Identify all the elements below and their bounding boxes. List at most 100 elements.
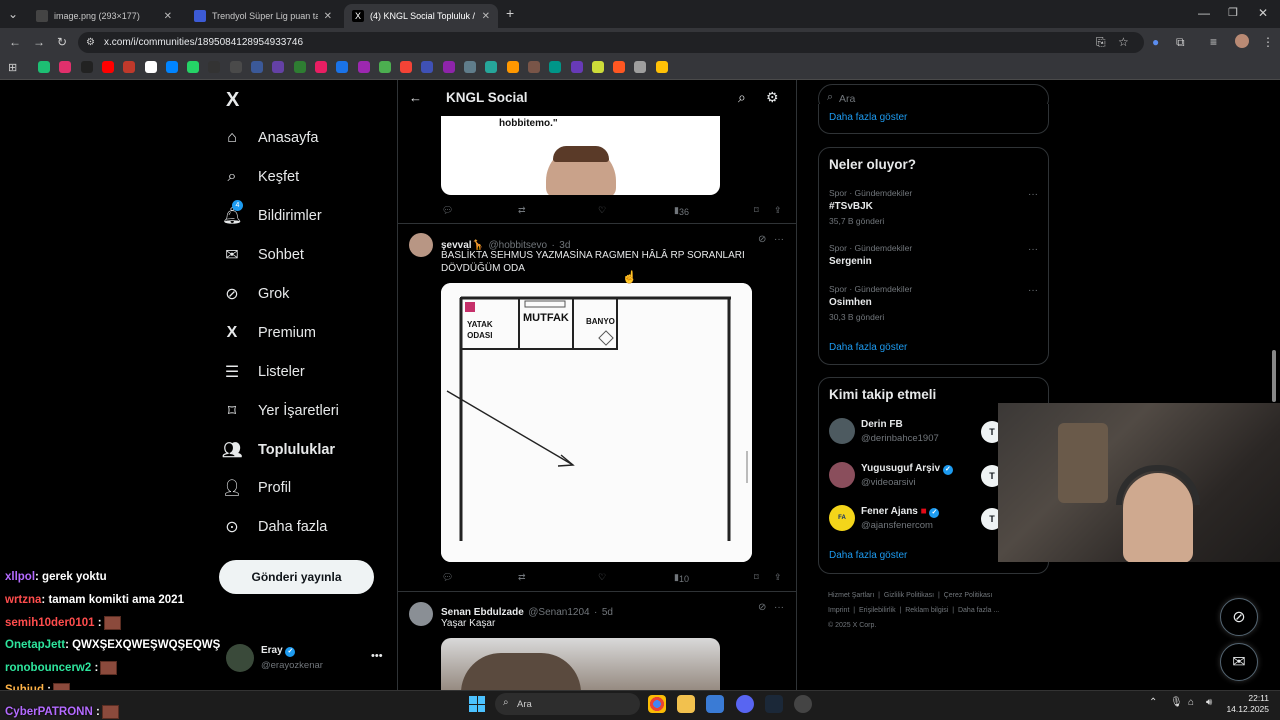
- clock[interactable]: 22:11 14.12.2025: [1225, 693, 1269, 715]
- install-icon[interactable]: ⎘: [1096, 35, 1106, 49]
- maximize-icon[interactable]: ❐: [1228, 6, 1238, 20]
- bookmark-icon[interactable]: ⌑: [754, 205, 759, 216]
- account-more-icon[interactable]: •••: [371, 650, 383, 662]
- bookmark-favicon-icon[interactable]: [570, 61, 583, 73]
- x-logo-icon[interactable]: X: [226, 89, 239, 112]
- nav-home[interactable]: ⌂ Anasayfa: [222, 121, 318, 155]
- search-icon[interactable]: ⌕: [738, 89, 746, 106]
- post-image[interactable]: [441, 638, 720, 690]
- bookmark-favicon-icon[interactable]: [655, 61, 668, 73]
- media-icon[interactable]: ≡: [1210, 35, 1217, 49]
- nav-explore[interactable]: ⌕ Keşfet: [222, 160, 300, 194]
- bookmark-favicon-icon[interactable]: [144, 61, 157, 73]
- bookmark-favicon-icon[interactable]: [336, 61, 349, 73]
- bookmark-favicon-icon[interactable]: [208, 61, 221, 73]
- bookmark-favicon-icon[interactable]: [272, 61, 285, 73]
- nav-profile[interactable]: 👤︎ Profil: [222, 471, 291, 505]
- nav-lists[interactable]: ☰ Listeler: [222, 355, 305, 389]
- tab-standings[interactable]: Trendyol Süper Lig puan tablosu ✕: [186, 4, 340, 28]
- tray-chevron-icon[interactable]: ⌃: [1149, 697, 1157, 708]
- bookmark-favicon-icon[interactable]: [314, 61, 327, 73]
- bookmark-favicon-icon[interactable]: [187, 61, 200, 73]
- bookmark-favicon-icon[interactable]: [101, 61, 114, 73]
- nav-notifications[interactable]: 🔔︎ 4 Bildirimler: [222, 199, 322, 233]
- nav-more[interactable]: ⊙ Daha fazla: [222, 510, 327, 544]
- file-explorer-icon[interactable]: [677, 695, 695, 713]
- close-tab-icon[interactable]: ✕: [482, 11, 490, 22]
- back-arrow-icon[interactable]: ←: [409, 90, 422, 105]
- bookmark-favicon-icon[interactable]: [38, 61, 50, 73]
- site-info-icon[interactable]: ⚙: [86, 36, 95, 50]
- bookmark-favicon-icon[interactable]: [59, 61, 72, 73]
- footer-link[interactable]: Çerez Politikası: [944, 592, 993, 599]
- share-icon[interactable]: ⇪: [774, 572, 782, 583]
- bookmark-favicon-icon[interactable]: [229, 61, 242, 73]
- footer-link[interactable]: Daha fazla ...: [958, 607, 999, 614]
- bookmark-favicon-icon[interactable]: [549, 61, 562, 73]
- nav-messages[interactable]: ✉ Sohbet: [222, 238, 304, 272]
- new-tab-icon[interactable]: +: [506, 6, 514, 20]
- bookmark-favicon-icon[interactable]: [400, 61, 413, 73]
- grok-post-icon[interactable]: ⊘: [758, 234, 766, 245]
- reply-icon[interactable]: 💬︎: [442, 572, 453, 583]
- follow-name[interactable]: Fener Ajans ■ ✓: [861, 506, 940, 518]
- profile-icon[interactable]: [1235, 34, 1249, 48]
- bookmark-favicon-icon[interactable]: [591, 61, 604, 73]
- steam-app-icon[interactable]: [765, 695, 783, 713]
- settings-gear-icon[interactable]: ⚙: [766, 89, 779, 106]
- account-name[interactable]: Eray ✓: [261, 645, 296, 657]
- messages-fab-icon[interactable]: ✉: [1220, 643, 1258, 681]
- bookmark-favicon-icon[interactable]: [123, 61, 136, 73]
- share-icon[interactable]: ⇪: [774, 205, 782, 216]
- author-avatar[interactable]: [409, 602, 433, 626]
- views-count[interactable]: ▮ 36: [674, 205, 689, 217]
- trend-title[interactable]: Osimhen: [829, 297, 872, 308]
- bookmark-icon[interactable]: ⌑: [754, 572, 759, 583]
- author-avatar[interactable]: [409, 233, 433, 257]
- bookmark-favicon-icon[interactable]: [165, 61, 178, 73]
- show-more-link[interactable]: Daha fazla göster: [829, 550, 907, 561]
- like-icon[interactable]: ♡: [598, 572, 606, 583]
- back-icon[interactable]: ←: [9, 35, 21, 49]
- post-more-icon[interactable]: ···: [774, 602, 784, 613]
- nav-premium[interactable]: X Premium: [222, 316, 316, 350]
- footer-link[interactable]: Hizmet Şartları: [828, 592, 874, 599]
- trend-title[interactable]: Sergenin: [829, 256, 872, 267]
- bookmark-favicon-icon[interactable]: [421, 61, 434, 73]
- tab-knglsocial[interactable]: X (4) KNGL Social Topluluk / X ✕: [344, 4, 498, 28]
- footer-link[interactable]: Gizlilik Politikası: [884, 592, 934, 599]
- bookmark-favicon-icon[interactable]: [485, 61, 498, 73]
- close-tab-icon[interactable]: ✕: [164, 11, 172, 22]
- microphone-icon[interactable]: 🎙︎: [1170, 697, 1183, 708]
- bookmark-favicon-icon[interactable]: [251, 61, 263, 73]
- views-count[interactable]: ▮ 10: [674, 572, 689, 584]
- nav-communities[interactable]: 👥︎ Topluluklar: [222, 433, 335, 467]
- windows-start-icon[interactable]: [469, 696, 485, 712]
- repost-icon[interactable]: ⇄: [518, 572, 526, 583]
- nav-grok[interactable]: ⊘ Grok: [222, 277, 289, 311]
- like-icon[interactable]: ♡: [598, 205, 606, 216]
- floorplan-image[interactable]: YATAK ODASI MUTFAK BANYO: [441, 283, 752, 562]
- footer-link[interactable]: Imprint: [828, 607, 849, 614]
- taskbar-search[interactable]: ⌕ Ara: [495, 693, 640, 715]
- reply-icon[interactable]: 💬︎: [442, 205, 453, 216]
- volume-icon[interactable]: 🔊︎: [1206, 697, 1212, 708]
- prev-post-image[interactable]: hobbitemo.": [441, 116, 720, 195]
- bookmark-favicon-icon[interactable]: [634, 61, 647, 73]
- follow-avatar[interactable]: [829, 418, 855, 444]
- grok-fab-icon[interactable]: ⊘: [1220, 598, 1258, 636]
- bookmark-favicon-icon[interactable]: [527, 61, 540, 73]
- trend-more-icon[interactable]: ···: [1028, 189, 1038, 200]
- trend-more-icon[interactable]: ···: [1028, 244, 1038, 255]
- close-window-icon[interactable]: ✕: [1258, 6, 1268, 20]
- bookmark-favicon-icon[interactable]: [357, 61, 370, 73]
- star-icon[interactable]: ☆: [1118, 35, 1129, 49]
- reload-icon[interactable]: ↻: [57, 35, 67, 49]
- grok-post-icon[interactable]: ⊘: [758, 602, 766, 613]
- network-icon[interactable]: ⌂: [1188, 697, 1194, 708]
- apps-grid-icon[interactable]: ⊞: [8, 61, 17, 75]
- author-handle[interactable]: @Senan1204: [528, 607, 589, 618]
- repost-icon[interactable]: ⇄: [518, 205, 526, 216]
- app-icon[interactable]: [794, 695, 812, 713]
- page-scrollbar[interactable]: [1272, 350, 1276, 402]
